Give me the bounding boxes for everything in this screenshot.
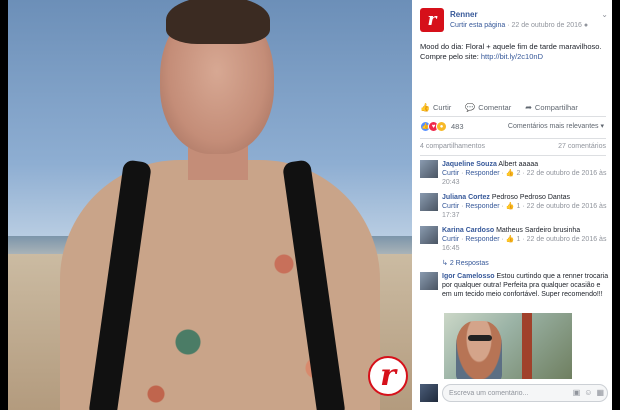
comment-reaction-count[interactable]: 2: [517, 170, 521, 177]
post-text: Mood do dia: Floral + aquele fim de tard…: [420, 42, 602, 61]
shares-count[interactable]: 4 compartilhamentos: [420, 143, 485, 150]
engagement-counts: 4 compartilhamentos 27 comentários: [420, 143, 606, 150]
wow-reaction-icon[interactable]: ●: [436, 121, 447, 132]
comment-author[interactable]: Igor Camelosso: [442, 273, 495, 280]
post-timestamp[interactable]: 22 de outubro de 2016: [512, 22, 582, 29]
comment-like-link[interactable]: Curtir: [442, 236, 459, 243]
renner-watermark-logo: r: [368, 356, 408, 396]
page-name-link[interactable]: Renner: [450, 10, 478, 19]
comment-button[interactable]: 💬 Comentar: [465, 100, 511, 114]
avatar[interactable]: [420, 272, 438, 290]
comments-count[interactable]: 27 comentários: [558, 143, 606, 150]
gif-icon[interactable]: ▦: [596, 388, 604, 397]
comment-reaction-count[interactable]: 1: [517, 236, 521, 243]
divider: [420, 155, 606, 156]
scrollbar[interactable]: [612, 0, 620, 410]
like-page-link[interactable]: Curtir esta página: [450, 22, 505, 29]
comment-meta: Curtir · Responder · 👍 2 · 22 de outubro…: [442, 170, 607, 186]
photo-sunglasses: [468, 335, 492, 341]
chevron-down-icon[interactable]: ⌄: [601, 10, 608, 19]
emoji-icon[interactable]: ☺: [584, 388, 592, 397]
avatar[interactable]: [420, 226, 438, 244]
comment-like-link[interactable]: Curtir: [442, 170, 459, 177]
photo-person: [456, 321, 502, 379]
post-actions: 👍 Curtir 💬 Comentar ➦ Compartilhar: [420, 100, 608, 114]
thumbs-up-icon: 👍: [505, 236, 515, 243]
comment-meta: Curtir · Responder · 👍 1 · 22 de outubro…: [442, 203, 607, 219]
globe-icon: ●: [583, 22, 589, 29]
camera-icon[interactable]: ▣: [573, 388, 581, 397]
post-side-panel: r Renner Curtir esta página · 22 de outu…: [412, 0, 612, 410]
photo-hair: [166, 0, 270, 44]
avatar[interactable]: [420, 160, 438, 178]
share-button[interactable]: ➦ Compartilhar: [525, 100, 578, 114]
avatar[interactable]: [420, 193, 438, 211]
comment-reply-link[interactable]: Responder: [465, 236, 499, 243]
post-header: r Renner Curtir esta página · 22 de outu…: [420, 8, 610, 36]
comment-like-link[interactable]: Curtir: [442, 203, 459, 210]
thumbs-up-icon: 👍: [505, 203, 515, 210]
comment-author[interactable]: Jaqueline Souza: [442, 161, 497, 168]
post-photo[interactable]: r: [8, 0, 412, 410]
photo-post: [522, 313, 532, 379]
divider: [420, 116, 606, 117]
comment-text: Matheus Sardeiro brusinha: [496, 227, 581, 234]
comment-attached-photo[interactable]: [444, 313, 572, 379]
like-button[interactable]: 👍 Curtir: [420, 100, 451, 114]
comment-author[interactable]: Karina Cardoso: [442, 227, 494, 234]
reactions-bar: 👍 ♥ ● 483 Comentários mais relevantes ▾: [420, 121, 608, 133]
avatar[interactable]: [420, 384, 438, 402]
comment-reply-link[interactable]: Responder: [465, 203, 499, 210]
comment-text: Pedroso Pedroso Dantas: [491, 194, 571, 201]
thumbs-up-icon: 👍: [420, 102, 430, 112]
comment-icon: 💬: [465, 102, 476, 112]
comment-reply-link[interactable]: Responder: [465, 170, 499, 177]
comment-composer: ▣ ☺ ▦: [420, 384, 610, 402]
divider: [420, 138, 606, 139]
composer-icons: ▣ ☺ ▦: [573, 388, 604, 397]
post-link[interactable]: http://bit.ly/2c10nD: [481, 52, 543, 61]
comment-author[interactable]: Juliana Cortez: [442, 194, 490, 201]
share-icon: ➦: [525, 102, 532, 112]
reaction-count[interactable]: 483: [451, 122, 464, 131]
page-avatar[interactable]: r: [420, 8, 444, 32]
comment-reaction-count[interactable]: 1: [517, 203, 521, 210]
view-replies-link[interactable]: ↳ 2 Respostas: [442, 259, 489, 267]
thumbs-up-icon: 👍: [505, 170, 515, 177]
comment-meta: Curtir · Responder · 👍 1 · 22 de outubro…: [442, 236, 607, 252]
comment-text: Albert aaaaa: [498, 161, 539, 168]
comment-sort-dropdown[interactable]: Comentários mais relevantes ▾: [508, 122, 604, 130]
post-meta: Curtir esta página · 22 de outubro de 20…: [450, 22, 589, 29]
